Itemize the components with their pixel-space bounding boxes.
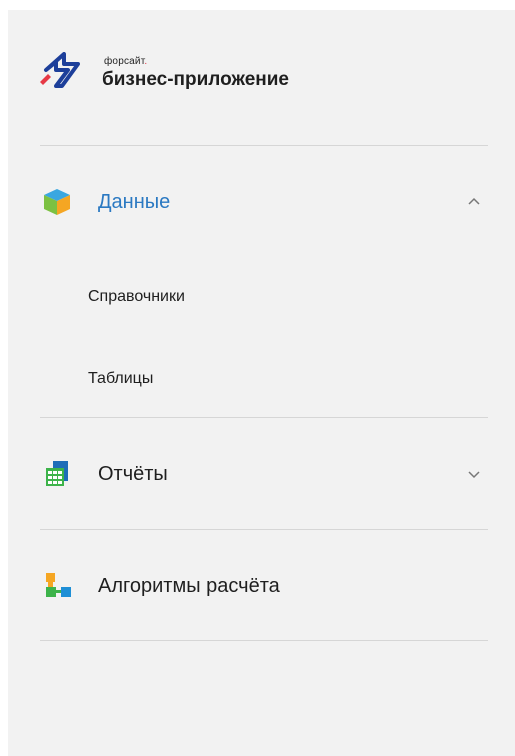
chevron-down-icon[interactable]: [464, 464, 484, 484]
brand-logo[interactable]: форсайт. бизнес-приложение: [38, 40, 338, 130]
sidebar-panel: форсайт. бизнес-приложение Данные Справо…: [8, 10, 515, 756]
brand-name: бизнес-приложение: [102, 69, 289, 90]
nav-item-algorithms[interactable]: Алгоритмы расчёта: [40, 562, 488, 610]
brand-logo-icon: [40, 52, 80, 88]
nav-item-data[interactable]: Данные: [40, 178, 488, 226]
divider: [40, 640, 488, 641]
nav-item-reports-label: Отчёты: [98, 462, 168, 485]
cube-icon: [42, 187, 72, 217]
brand-small-text: форсайт.: [104, 56, 147, 67]
subnav-item-dictionaries[interactable]: Справочники: [88, 288, 185, 306]
divider: [40, 417, 488, 418]
table-report-icon: [42, 459, 72, 489]
nav-item-algorithms-label: Алгоритмы расчёта: [98, 574, 280, 597]
nav-item-data-label: Данные: [98, 190, 171, 213]
subnav-item-tables[interactable]: Таблицы: [88, 370, 153, 388]
nav-item-reports[interactable]: Отчёты: [40, 450, 488, 498]
divider: [40, 529, 488, 530]
flowchart-icon: [42, 571, 72, 601]
brand-small-word: форсайт: [104, 56, 145, 67]
brand-small-dot: .: [144, 56, 148, 67]
divider: [40, 145, 488, 146]
chevron-up-icon[interactable]: [464, 192, 484, 212]
